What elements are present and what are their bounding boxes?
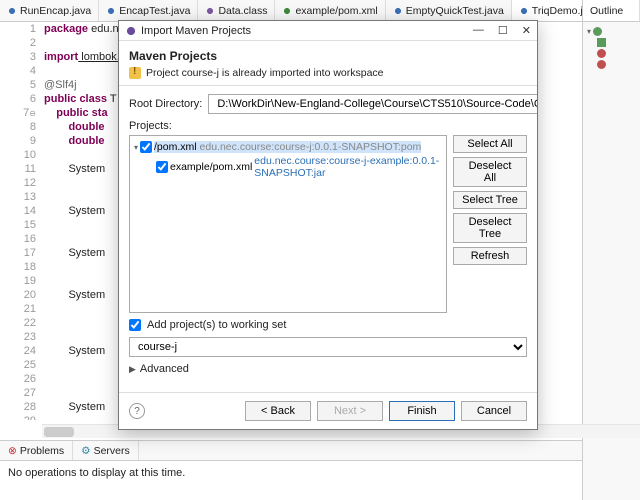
scrollbar-thumb[interactable] <box>44 427 74 437</box>
editor-tabs: RunEncap.java EncapTest.java Data.class … <box>0 0 640 22</box>
bottom-panel: ⊗Problems ⚙ Servers No operations to disp… <box>0 440 582 500</box>
outline-node[interactable] <box>587 59 636 70</box>
tab-label: EncapTest.java <box>119 5 190 17</box>
tab-label: Problems <box>20 445 64 457</box>
error-icon: ⊗ <box>8 445 17 457</box>
tab-emptyquick[interactable]: EmptyQuickTest.java <box>386 0 512 21</box>
tab-label: EmptyQuickTest.java <box>406 5 504 17</box>
tab-examplepom[interactable]: example/pom.xml <box>275 0 385 21</box>
java-icon <box>7 6 17 16</box>
minimize-icon[interactable]: — <box>473 24 484 37</box>
finish-button[interactable]: Finish <box>389 401 455 421</box>
projects-tree[interactable]: ▾ /pom.xml edu.nec.course:course-j:0.0.1… <box>129 135 447 313</box>
outline-node[interactable] <box>587 48 636 59</box>
tab-problems[interactable]: ⊗Problems <box>0 441 73 460</box>
add-workingset-checkbox[interactable] <box>129 319 141 331</box>
advanced-toggle[interactable]: ▶ Advanced <box>129 363 527 375</box>
dialog-title: Import Maven Projects <box>141 25 251 37</box>
refresh-button[interactable]: Refresh <box>453 247 527 265</box>
expand-icon: ▾ <box>587 27 591 36</box>
root-dir-combo[interactable]: D:\WorkDir\New-England-College\Course\CT… <box>208 94 537 114</box>
deselect-tree-button[interactable]: Deselect Tree <box>453 213 527 243</box>
select-tree-button[interactable]: Select Tree <box>453 191 527 209</box>
maximize-icon[interactable]: ☐ <box>498 24 508 37</box>
dialog-heading: Maven Projects <box>129 49 527 63</box>
tree-path: example/pom.xml <box>170 161 252 173</box>
help-icon[interactable]: ? <box>129 403 145 419</box>
line-gutter: 1234567⊖89101112131415161718192021222324… <box>0 22 42 420</box>
cancel-button[interactable]: Cancel <box>461 401 527 421</box>
class-icon <box>205 6 215 16</box>
field-icon <box>597 38 606 47</box>
empty-message: No operations to display at this time. <box>8 467 185 479</box>
tree-path: /pom.xml <box>154 141 197 153</box>
java-icon <box>519 6 529 16</box>
collapse-icon[interactable]: ▾ <box>134 143 138 152</box>
add-workingset-label: Add project(s) to working set <box>147 319 286 331</box>
warning-icon <box>129 67 141 79</box>
method-icon <box>597 49 606 58</box>
tab-label: example/pom.xml <box>295 5 377 17</box>
method-icon <box>597 60 606 69</box>
warning-text: Project course-j is already imported int… <box>146 67 384 79</box>
tab-label: Outline <box>590 5 623 17</box>
eclipse-icon <box>125 25 137 37</box>
tab-encaptest[interactable]: EncapTest.java <box>99 0 198 21</box>
close-icon[interactable]: ✕ <box>522 24 531 37</box>
import-maven-dialog: Import Maven Projects — ☐ ✕ Maven Projec… <box>118 20 538 430</box>
outline-tab[interactable]: Outline <box>583 0 640 22</box>
advanced-label: Advanced <box>140 363 189 375</box>
next-button: Next > <box>317 401 383 421</box>
tab-servers[interactable]: ⚙ Servers <box>73 441 139 460</box>
tree-node-child[interactable]: example/pom.xml edu.nec.course:course-j-… <box>134 154 442 180</box>
select-all-button[interactable]: Select All <box>453 135 527 153</box>
tree-coord: edu.nec.course:course-j-example:0.0.1-SN… <box>254 155 442 179</box>
xml-icon <box>282 6 292 16</box>
deselect-all-button[interactable]: Deselect All <box>453 157 527 187</box>
tree-node-root[interactable]: ▾ /pom.xml edu.nec.course:course-j:0.0.1… <box>134 140 442 154</box>
expand-icon: ▶ <box>129 364 136 375</box>
tab-runencap[interactable]: RunEncap.java <box>0 0 99 21</box>
tab-label: Data.class <box>218 5 267 17</box>
project-checkbox[interactable] <box>140 141 152 153</box>
java-icon <box>106 6 116 16</box>
root-dir-label: Root Directory: <box>129 98 202 110</box>
projects-label: Projects: <box>129 120 527 132</box>
outline-node[interactable] <box>587 37 636 48</box>
tree-coord: edu.nec.course:course-j:0.0.1-SNAPSHOT:p… <box>200 141 422 153</box>
java-icon <box>393 6 403 16</box>
class-icon <box>593 27 602 36</box>
bottom-body: No operations to display at this time. <box>0 461 582 485</box>
tab-dataclass[interactable]: Data.class <box>198 0 275 21</box>
project-checkbox[interactable] <box>156 161 168 173</box>
back-button[interactable]: < Back <box>245 401 311 421</box>
tab-label: Servers <box>94 445 130 457</box>
dialog-titlebar[interactable]: Import Maven Projects — ☐ ✕ <box>119 21 537 41</box>
dialog-footer: ? < Back Next > Finish Cancel <box>119 392 537 429</box>
server-icon: ⚙ <box>81 445 90 457</box>
tab-label: RunEncap.java <box>20 5 91 17</box>
outline-node[interactable]: ▾ <box>587 26 636 37</box>
workingset-combo[interactable]: course-j <box>129 337 527 357</box>
dialog-header: Maven Projects Project course-j is alrea… <box>119 41 537 86</box>
